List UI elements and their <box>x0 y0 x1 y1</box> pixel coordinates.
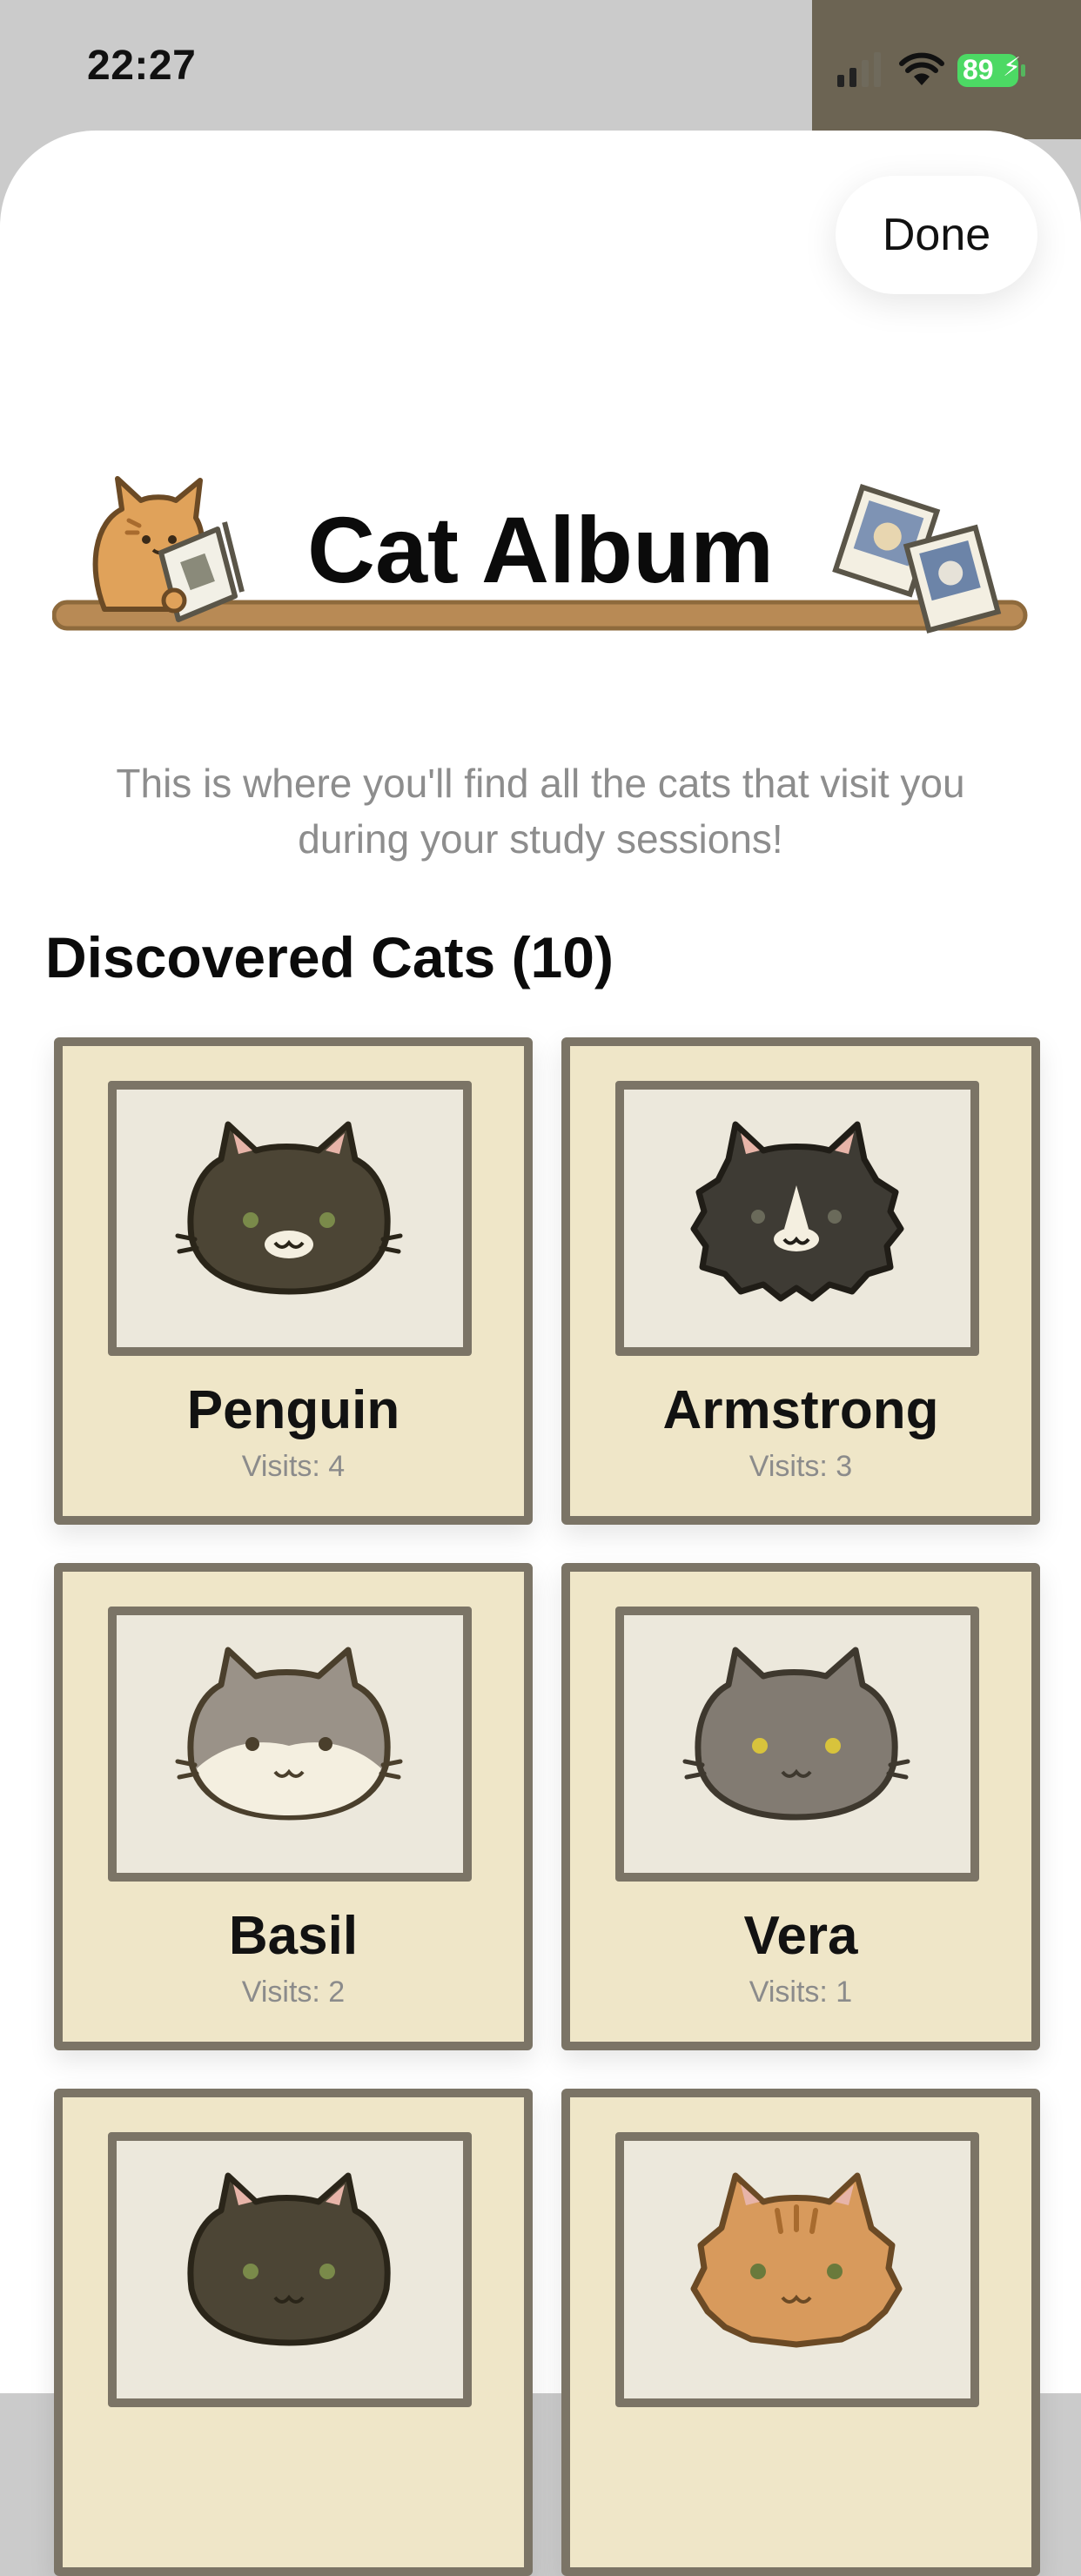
cat-photo-frame <box>108 1607 472 1882</box>
status-bar: 22:27 89 ⚡ <box>0 0 1081 131</box>
cat-name: Armstrong <box>662 1380 939 1440</box>
cat-card-basil[interactable]: Basil Visits: 2 <box>54 1563 533 2050</box>
battery-level: 89 <box>963 54 994 85</box>
dark-cat-face-icon <box>187 2172 391 2346</box>
cat-visits: Visits: 3 <box>749 1450 853 1483</box>
cellular-signal-icon <box>837 52 881 87</box>
page-title: Cat Album <box>307 497 774 602</box>
cat-card-penguin[interactable]: Penguin Visits: 4 <box>54 1037 533 1525</box>
charging-bolt-icon: ⚡ <box>1003 53 1022 82</box>
cat-photo-frame <box>108 2132 472 2407</box>
cat-name: Vera <box>743 1906 858 1966</box>
cat-card[interactable] <box>54 2089 533 2576</box>
wifi-icon <box>899 52 944 85</box>
intro-text: This is where you'll find all the cats t… <box>116 761 965 862</box>
cat-visits: Visits: 2 <box>241 1976 346 2009</box>
black-white-cat-face-icon <box>175 1121 403 1295</box>
cat-photo-frame <box>108 1081 472 1356</box>
cat-card-vera[interactable]: Vera Visits: 1 <box>561 1563 1040 2050</box>
cat-visits: Visits: 1 <box>749 1976 853 2009</box>
section-heading: Discovered Cats (10) <box>45 925 614 989</box>
cat-card-armstrong[interactable]: Armstrong Visits: 3 <box>561 1037 1040 1525</box>
fluffy-black-cat-face-icon <box>690 1121 904 1302</box>
gray-cat-face-icon <box>682 1647 910 1821</box>
cat-visits: Visits: 4 <box>241 1450 346 1483</box>
cat-card[interactable] <box>561 2089 1040 2576</box>
done-button[interactable]: Done <box>836 176 1037 294</box>
cat-photo-frame <box>615 1607 979 1882</box>
status-icons: 89 ⚡ <box>837 49 1037 91</box>
cat-photo-frame <box>615 2132 979 2407</box>
gray-white-cat-face-icon <box>175 1647 403 1821</box>
status-time: 22:27 <box>87 43 197 89</box>
orange-tabby-cat-face-icon <box>690 2172 903 2348</box>
cat-name: Penguin <box>186 1380 400 1440</box>
cat-name: Basil <box>228 1906 359 1966</box>
cat-photo-frame <box>615 1081 979 1356</box>
